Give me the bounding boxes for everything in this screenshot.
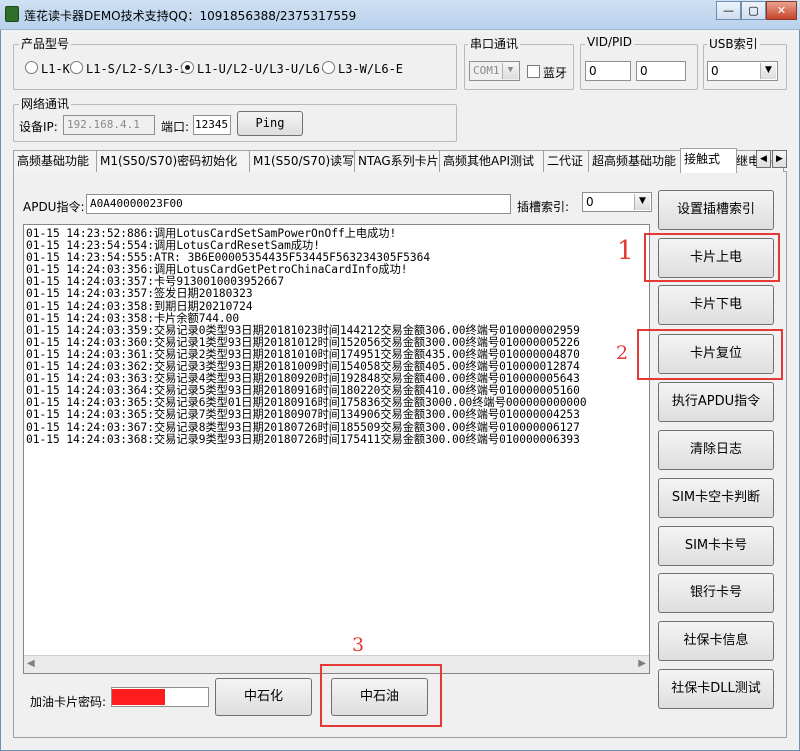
radio-l1k[interactable]: L1-K [25, 61, 70, 76]
tab-hf-basic[interactable]: 高频基础功能 [13, 150, 101, 172]
sim-empty-check-button[interactable]: SIM卡空卡判断 [658, 478, 774, 518]
usb-label: USB索引 [707, 35, 760, 52]
bluetooth-label: 蓝牙 [543, 66, 568, 80]
radio-l1s[interactable]: L1-S/L2-S/L3-S [70, 61, 187, 76]
annotation-box-reset [637, 329, 783, 380]
port-input[interactable]: 12345 [193, 115, 231, 135]
radio-l3w-circle[interactable] [322, 61, 335, 74]
apdu-label: APDU指令: [23, 200, 85, 214]
ping-button[interactable]: Ping [237, 111, 303, 136]
slot-index-label: 插槽索引: [517, 200, 570, 214]
tab-uhf-basic[interactable]: 超高频基础功能 [588, 150, 687, 172]
log-lines: 01-15 14:23:52:886:调用LotusCardSetSamPowe… [24, 225, 649, 446]
tab-scroll-left-icon[interactable]: ◀ [756, 150, 771, 168]
usb-index-value: 0 [711, 64, 719, 78]
bank-card-number-button[interactable]: 银行卡号 [658, 573, 774, 613]
social-security-info-button[interactable]: 社保卡信息 [658, 621, 774, 661]
chevron-down-icon[interactable]: ▼ [634, 194, 650, 210]
fuel-card-password-label: 加油卡片密码: [30, 695, 107, 709]
radio-l1u-label: L1-U/L2-U/L3-U/L6-U [197, 62, 335, 76]
apdu-input[interactable]: A0A40000023F00 [86, 194, 511, 214]
slot-index-value: 0 [586, 195, 594, 209]
device-ip-input[interactable]: 192.168.4.1 [63, 115, 155, 135]
social-security-dll-test-button[interactable]: 社保卡DLL测试 [658, 669, 774, 709]
scroll-left-icon[interactable]: ◀ [27, 658, 35, 669]
bluetooth-check-box[interactable] [527, 65, 540, 78]
radio-l1u[interactable]: L1-U/L2-U/L3-U/L6-U [181, 61, 334, 76]
close-button[interactable]: ✕ [766, 1, 797, 20]
chevron-down-icon[interactable]: ▼ [502, 63, 518, 79]
tab-m1-readwrite[interactable]: M1(S50/S70)读写 [249, 150, 359, 172]
log-output[interactable]: 01-15 14:23:52:886:调用LotusCardSetSamPowe… [23, 224, 650, 674]
radio-l1k-circle[interactable] [25, 61, 38, 74]
annotation-number-2: 2 [616, 342, 629, 364]
clear-log-button[interactable]: 清除日志 [658, 430, 774, 470]
log-line: 01-15 14:24:03:365:交易记录7类型93日期20180907时间… [26, 408, 580, 422]
minimize-button[interactable]: — [716, 1, 741, 20]
log-line: 01-15 14:24:03:368:交易记录9类型93日期20180726时间… [26, 432, 580, 446]
annotation-box-power-on [644, 233, 780, 282]
radio-l1s-circle[interactable] [70, 61, 83, 74]
log-line: 01-15 14:24:03:358:卡片余额744.00 [26, 311, 240, 325]
sinopec-button[interactable]: 中石化 [215, 678, 312, 716]
execute-apdu-button[interactable]: 执行APDU指令 [658, 382, 774, 422]
tab-m1-password[interactable]: M1(S50/S70)密码初始化 [96, 150, 254, 172]
bluetooth-checkbox[interactable]: 蓝牙 [527, 64, 567, 81]
radio-l1u-circle[interactable] [181, 61, 194, 74]
tab-scroll-right-icon[interactable]: ▶ [772, 150, 787, 168]
log-line: 01-15 14:24:03:357:签发日期20180323 [26, 287, 253, 301]
pid-input[interactable]: 0 [636, 61, 686, 81]
annotation-number-3: 3 [352, 634, 365, 656]
product-type-label: 产品型号 [19, 35, 72, 52]
tab-contact[interactable]: 接触式 [680, 148, 737, 173]
log-line: 01-15 14:24:03:358:到期日期20210724 [26, 299, 253, 313]
tab-ntag[interactable]: NTAG系列卡片 [354, 150, 444, 172]
network-label: 网络通讯 [19, 95, 72, 112]
app-icon [5, 6, 19, 22]
tab-strip: 高频基础功能 M1(S50/S70)密码初始化 M1(S50/S70)读写 NT… [13, 148, 787, 173]
annotation-box-petrochina [320, 664, 442, 727]
com-port-select[interactable]: COM1 ▼ [469, 61, 520, 81]
maximize-button[interactable]: ▢ [741, 1, 766, 20]
radio-l3w-label: L3-W/L6-E [338, 62, 404, 76]
sim-card-number-button[interactable]: SIM卡卡号 [658, 526, 774, 566]
vid-input[interactable]: 0 [585, 61, 631, 81]
annotation-number-1: 1 [617, 236, 634, 266]
usb-index-select[interactable]: 0 ▼ [707, 61, 778, 81]
device-ip-label: 设备IP: [19, 120, 58, 134]
scroll-right-icon[interactable]: ▶ [638, 658, 646, 669]
card-power-off-button[interactable]: 卡片下电 [658, 285, 774, 325]
com-port-value: COM1 [473, 64, 500, 77]
radio-l1s-label: L1-S/L2-S/L3-S [86, 62, 188, 76]
radio-l1k-label: L1-K [41, 62, 70, 76]
redacted-password-mark [112, 689, 165, 705]
tab-hf-api[interactable]: 高频其他API测试 [439, 150, 548, 172]
chevron-down-icon[interactable]: ▼ [760, 63, 776, 79]
fuel-card-password-input[interactable] [111, 687, 209, 707]
radio-l3w[interactable]: L3-W/L6-E [322, 61, 403, 76]
vidpid-label: VID/PID [585, 35, 635, 49]
log-line: 01-15 14:24:03:367:交易记录8类型93日期20180726时间… [26, 420, 580, 434]
port-label: 端口: [161, 120, 190, 134]
set-slot-index-button[interactable]: 设置插槽索引 [658, 190, 774, 230]
slot-index-select[interactable]: 0 ▼ [582, 192, 652, 212]
window-title: 莲花读卡器DEMO技术支持QQ：1091856388/2375317559 [24, 9, 357, 23]
tab-id-card[interactable]: 二代证 [543, 150, 593, 172]
serial-label: 串口通讯 [468, 35, 521, 52]
